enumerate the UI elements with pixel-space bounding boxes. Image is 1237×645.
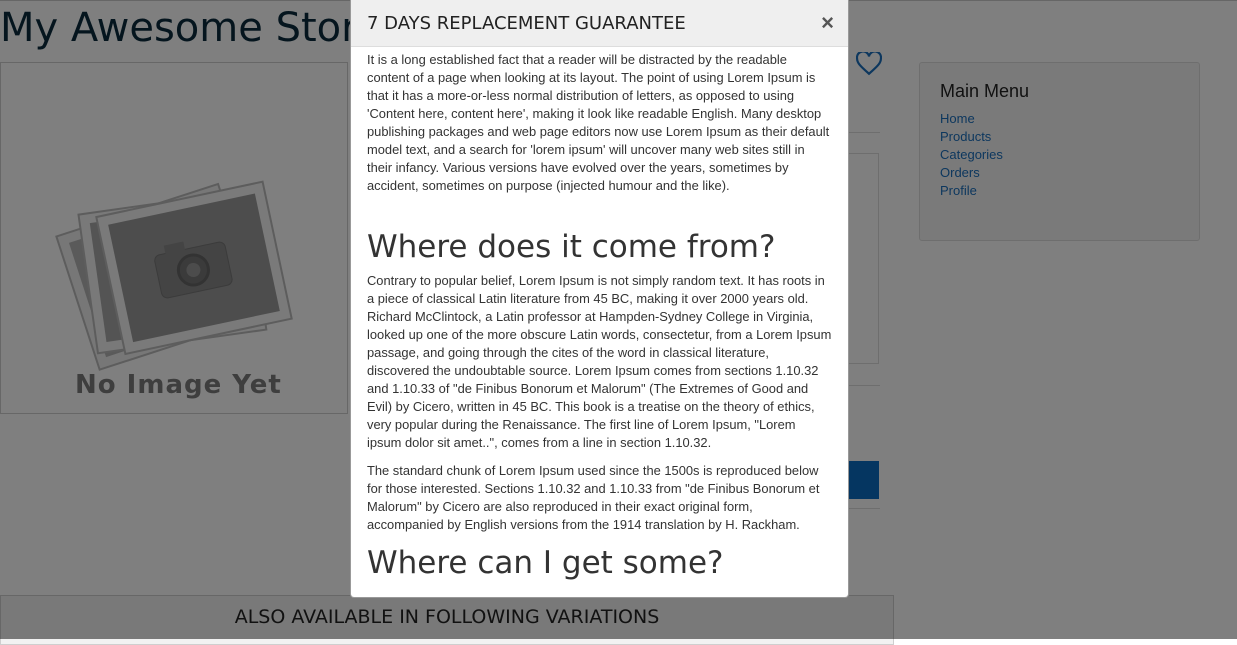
paragraph: Contrary to popular belief, Lorem Ipsum … [367, 273, 832, 450]
modal-body[interactable]: It is a long established fact that a rea… [351, 47, 848, 582]
modal-title: 7 DAYS REPLACEMENT GUARANTEE [367, 13, 686, 34]
paragraph: It is a long established fact that a rea… [367, 52, 830, 193]
close-icon[interactable]: × [821, 12, 834, 34]
modal-header: 7 DAYS REPLACEMENT GUARANTEE × [351, 0, 848, 47]
section-heading: Where can I get some? [367, 545, 724, 581]
paragraph: The standard chunk of Lorem Ipsum used s… [367, 463, 820, 532]
section-heading: Where does it come from? [367, 229, 776, 265]
guarantee-modal: 7 DAYS REPLACEMENT GUARANTEE × It is a l… [350, 0, 849, 598]
